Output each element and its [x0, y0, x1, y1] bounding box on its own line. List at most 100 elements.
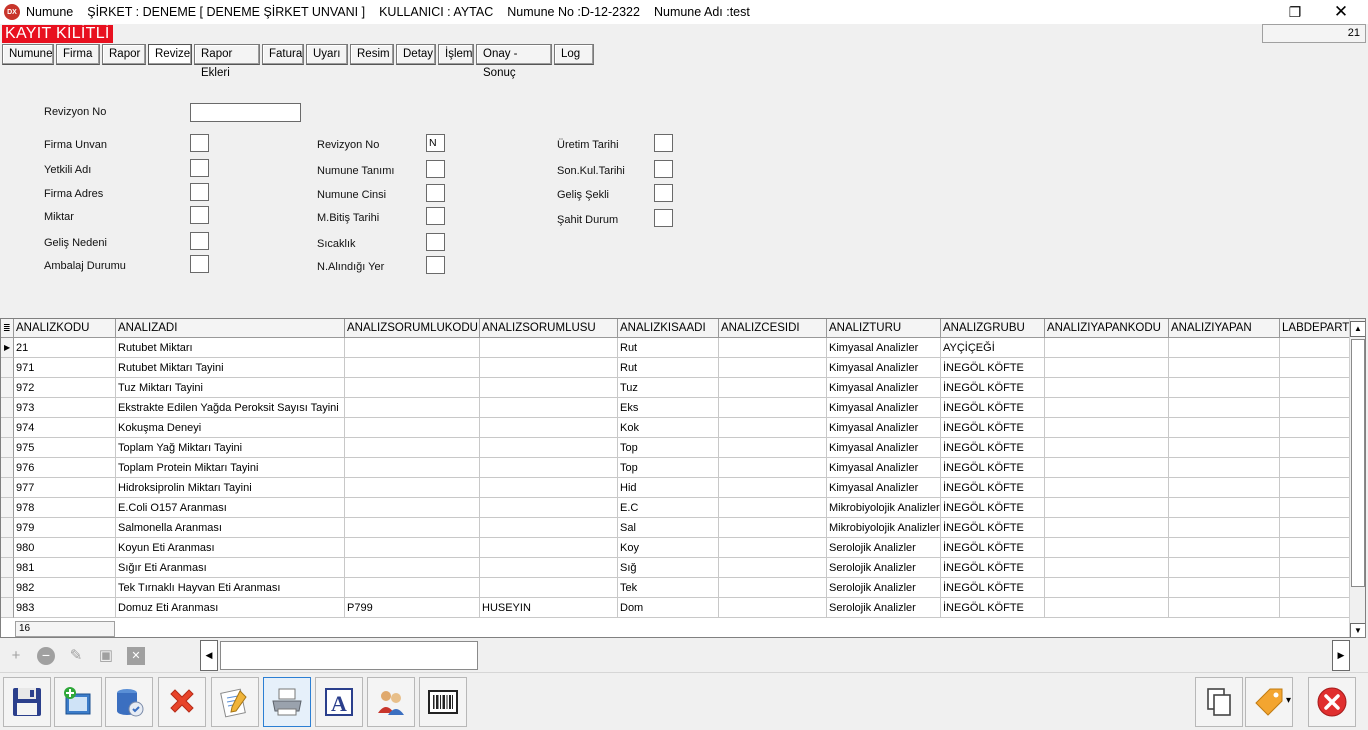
table-cell[interactable]	[719, 558, 827, 578]
table-cell[interactable]	[480, 538, 618, 558]
table-cell[interactable]	[719, 538, 827, 558]
table-row[interactable]: 983 Domuz Eti Aranması P799 HUSEYIN Dom Serol…	[1, 598, 1350, 618]
table-cell[interactable]	[1169, 598, 1280, 618]
users-button[interactable]	[367, 677, 415, 727]
table-cell[interactable]	[1169, 478, 1280, 498]
table-cell[interactable]	[719, 478, 827, 498]
table-cell[interactable]: Tek Tırnaklı Hayvan Eti Aranması	[116, 578, 345, 598]
table-cell[interactable]	[1045, 458, 1169, 478]
column-header[interactable]: ANALIZIYAPANKODU	[1045, 319, 1169, 337]
table-cell[interactable]: İNEGÖL KÖFTE	[941, 418, 1045, 438]
table-cell[interactable]: 21	[14, 338, 116, 358]
form-checkbox[interactable]	[190, 183, 209, 201]
table-row[interactable]: 982 Tek Tırnaklı Hayvan Eti Aranması Tek Se…	[1, 578, 1350, 598]
table-cell[interactable]	[480, 378, 618, 398]
table-cell[interactable]	[1045, 598, 1169, 618]
table-cell[interactable]: Tuz Miktarı Tayini	[116, 378, 345, 398]
table-cell[interactable]: Tek	[618, 578, 719, 598]
table-cell[interactable]: 974	[14, 418, 116, 438]
table-cell[interactable]: Kimyasal Analizler	[827, 458, 941, 478]
table-cell[interactable]	[1280, 398, 1350, 418]
save-row-icon[interactable]: ▣	[97, 647, 115, 665]
table-cell[interactable]	[1169, 498, 1280, 518]
table-cell[interactable]	[1169, 518, 1280, 538]
maximize-icon[interactable]: ❐	[1272, 0, 1318, 24]
table-cell[interactable]	[480, 518, 618, 538]
table-row[interactable]: 978 E.Coli O157 Aranması E.C Mikrobiyolojik…	[1, 498, 1350, 518]
table-cell[interactable]	[1280, 538, 1350, 558]
table-cell[interactable]: Kimyasal Analizler	[827, 398, 941, 418]
grid-menu-icon[interactable]: ≣	[1, 319, 14, 337]
table-cell[interactable]: 981	[14, 558, 116, 578]
table-cell[interactable]	[1280, 418, 1350, 438]
horizontal-scroll-thumb[interactable]	[220, 641, 478, 670]
table-cell[interactable]	[480, 578, 618, 598]
table-cell[interactable]	[1280, 598, 1350, 618]
tab-9[interactable]: İşlem	[438, 44, 474, 65]
table-cell[interactable]	[1045, 518, 1169, 538]
table-cell[interactable]	[1280, 378, 1350, 398]
cancel-row-icon[interactable]: ✕	[127, 647, 145, 665]
tab-4[interactable]: Rapor Ekleri	[194, 44, 260, 79]
table-cell[interactable]: 977	[14, 478, 116, 498]
column-header[interactable]: ANALIZADI	[116, 319, 345, 337]
table-cell[interactable]: İNEGÖL KÖFTE	[941, 598, 1045, 618]
table-cell[interactable]	[719, 438, 827, 458]
tab-10[interactable]: Onay - Sonuç	[476, 44, 552, 79]
form-checkbox[interactable]	[654, 134, 673, 152]
table-row[interactable]: 975 Toplam Yağ Miktarı Tayini Top Kimyasal …	[1, 438, 1350, 458]
table-cell[interactable]: 976	[14, 458, 116, 478]
table-cell[interactable]	[345, 558, 480, 578]
column-header[interactable]: ANALIZKODU	[14, 319, 116, 337]
table-cell[interactable]: Kimyasal Analizler	[827, 358, 941, 378]
table-row[interactable]: 971 Rutubet Miktarı Tayini Rut Kimyasal Ana…	[1, 358, 1350, 378]
table-cell[interactable]	[719, 358, 827, 378]
table-cell[interactable]	[1280, 498, 1350, 518]
tab-2[interactable]: Rapor	[102, 44, 146, 65]
table-cell[interactable]	[1169, 538, 1280, 558]
table-cell[interactable]	[719, 378, 827, 398]
table-cell[interactable]	[1169, 578, 1280, 598]
scroll-thumb[interactable]	[1351, 339, 1365, 587]
tab-0[interactable]: Numune	[2, 44, 54, 65]
column-header[interactable]: ANALIZTURU	[827, 319, 941, 337]
table-cell[interactable]: HUSEYIN	[480, 598, 618, 618]
table-cell[interactable]	[1045, 498, 1169, 518]
table-cell[interactable]: Domuz Eti Aranması	[116, 598, 345, 618]
column-header[interactable]: ANALIZSORUMLUSU	[480, 319, 618, 337]
table-cell[interactable]	[1045, 578, 1169, 598]
table-cell[interactable]	[345, 478, 480, 498]
tab-8[interactable]: Detay	[396, 44, 436, 65]
table-cell[interactable]: İNEGÖL KÖFTE	[941, 578, 1045, 598]
form-checkbox[interactable]	[654, 209, 673, 227]
table-cell[interactable]: İNEGÖL KÖFTE	[941, 378, 1045, 398]
form-checkbox[interactable]	[190, 206, 209, 224]
table-row[interactable]: 981 Sığır Eti Aranması Sığ Serolojik Analiz…	[1, 558, 1350, 578]
table-cell[interactable]: E.Coli O157 Aranması	[116, 498, 345, 518]
table-cell[interactable]	[345, 578, 480, 598]
table-cell[interactable]: P799	[345, 598, 480, 618]
column-header[interactable]: ANALIZCESIDI	[719, 319, 827, 337]
table-cell[interactable]	[480, 478, 618, 498]
table-cell[interactable]	[719, 498, 827, 518]
table-cell[interactable]: Kimyasal Analizler	[827, 338, 941, 358]
close-button[interactable]	[1308, 677, 1356, 727]
table-cell[interactable]: Salmonella Aranması	[116, 518, 345, 538]
table-cell[interactable]: Koy	[618, 538, 719, 558]
table-cell[interactable]: 975	[14, 438, 116, 458]
table-cell[interactable]: Mikrobiyolojik Analizler	[827, 518, 941, 538]
table-cell[interactable]: AYÇİÇEĞİ	[941, 338, 1045, 358]
table-cell[interactable]: İNEGÖL KÖFTE	[941, 358, 1045, 378]
table-cell[interactable]: İNEGÖL KÖFTE	[941, 438, 1045, 458]
table-cell[interactable]: İNEGÖL KÖFTE	[941, 398, 1045, 418]
table-cell[interactable]	[1169, 418, 1280, 438]
scroll-down-icon[interactable]: ▼	[1350, 623, 1365, 637]
table-cell[interactable]	[1169, 458, 1280, 478]
table-cell[interactable]: Top	[618, 458, 719, 478]
table-cell[interactable]	[1045, 438, 1169, 458]
table-cell[interactable]	[1045, 358, 1169, 378]
table-cell[interactable]: Kimyasal Analizler	[827, 378, 941, 398]
table-cell[interactable]: E.C	[618, 498, 719, 518]
table-cell[interactable]	[345, 538, 480, 558]
table-cell[interactable]: Top	[618, 438, 719, 458]
